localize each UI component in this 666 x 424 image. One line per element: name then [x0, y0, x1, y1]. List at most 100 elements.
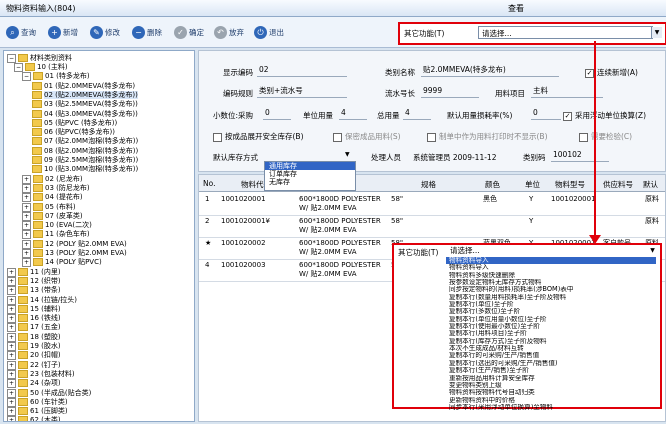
discard-button[interactable]: ↶ 放弃: [214, 23, 244, 41]
tree-node[interactable]: 05 (贴PVC (特多龙布)): [32, 118, 117, 128]
no-print-checkbox[interactable]: 制单中作为用料打印时不显示(B): [427, 131, 548, 142]
expand-icon[interactable]: −: [14, 63, 23, 72]
tree-node[interactable]: +20 (扣帽): [7, 351, 61, 361]
grid-cell-default[interactable]: 原料: [645, 195, 659, 204]
decimals-field[interactable]: 0: [263, 107, 291, 120]
grid-cell-unit[interactable]: Y: [529, 217, 533, 226]
expand-icon[interactable]: +: [22, 193, 31, 203]
unit-usage-field[interactable]: 4: [339, 107, 367, 120]
view-menu[interactable]: 查看: [508, 3, 524, 14]
grid-cell-name[interactable]: 600*1800D POLYESTER W/ 贴2.0MM EVA: [299, 195, 385, 213]
edit-button[interactable]: ✎ 修改: [90, 23, 120, 41]
delete-button[interactable]: − 删除: [132, 23, 162, 41]
grid-cell-name[interactable]: 600*1800D POLYESTER W/ 贴2.0MM EVA: [299, 261, 385, 279]
grid-cell-name[interactable]: 600*1800D POLYESTER W/ 贴2.0MM EVA: [299, 217, 385, 235]
grid-cell-color[interactable]: 黑色: [483, 195, 497, 204]
menu-item[interactable]: 复制本行(用料项目)至子阶: [446, 330, 656, 337]
grid-cell-no[interactable]: ★: [205, 239, 211, 248]
menu-item[interactable]: 复制本行(单位)至子阶: [446, 301, 656, 308]
tree-node[interactable]: +04 (提花布): [22, 193, 83, 203]
code-rule-field[interactable]: 类别+流水号: [257, 85, 347, 98]
menu-item[interactable]: 物料资料导入: [446, 264, 656, 271]
tree-root[interactable]: − 材料类别资料: [7, 54, 72, 63]
menu-item[interactable]: 复制本行(生产/销售)至子阶: [446, 367, 656, 374]
grid-cell-code[interactable]: 1001020002: [221, 239, 266, 248]
expand-icon[interactable]: +: [7, 342, 16, 351]
menu-item[interactable]: 复制本行(使用最小数位)至子阶: [446, 323, 656, 330]
tree-node[interactable]: +18 (塑胶): [7, 332, 61, 342]
default-loss-field[interactable]: 0: [531, 107, 561, 120]
serial-length-field[interactable]: 9999: [421, 85, 479, 98]
expand-icon[interactable]: +: [7, 388, 16, 398]
grid-cell-no[interactable]: 2: [205, 217, 209, 226]
menu-item[interactable]: 更新物料资料中的价格: [446, 397, 656, 404]
expand-icon[interactable]: +: [7, 267, 16, 277]
menu-item[interactable]: 复制本行(选出的可采购/生产/销售值): [446, 360, 656, 367]
expand-icon[interactable]: +: [7, 407, 16, 417]
other-function-select[interactable]: 请选择...: [446, 246, 655, 256]
tree-node[interactable]: +05 (布料): [22, 202, 76, 212]
tree-node[interactable]: +03 (防尼龙布): [22, 183, 90, 193]
tree-node[interactable]: +11 (内里): [7, 267, 61, 277]
exit-button[interactable]: ⏻ 退出: [254, 23, 284, 41]
grid-cell-size[interactable]: 58": [391, 195, 403, 204]
tree-node[interactable]: +12 (织带): [7, 276, 61, 286]
expand-icon[interactable]: +: [22, 183, 31, 193]
expand-icon[interactable]: +: [7, 295, 16, 305]
grid-cell-unit[interactable]: Y: [529, 195, 533, 204]
expand-icon[interactable]: +: [22, 221, 31, 231]
query-button[interactable]: ⌕ 查询: [6, 23, 36, 41]
expand-icon[interactable]: +: [7, 323, 16, 333]
grid-cell-model[interactable]: 1001020001: [551, 195, 596, 204]
tree-node[interactable]: +23 (包装材料): [7, 369, 75, 379]
grid-cell-no[interactable]: 4: [205, 261, 209, 270]
menu-item[interactable]: 复制本行的可采购/生产/销售值: [446, 352, 656, 359]
qc-checkbox[interactable]: 需要检验(C): [579, 131, 632, 142]
expand-icon[interactable]: +: [7, 397, 16, 407]
expand-icon[interactable]: +: [7, 416, 16, 421]
expand-icon[interactable]: +: [7, 379, 16, 389]
tree-node[interactable]: +16 (铁线): [7, 314, 61, 324]
grid-cell-code[interactable]: 1001020001¥: [221, 217, 270, 226]
expand-icon[interactable]: +: [22, 258, 31, 268]
tree-node[interactable]: 09 (贴2.5MM泡棉(特多龙布)): [32, 156, 138, 165]
menu-item[interactable]: 变更物料类别上级: [446, 382, 656, 389]
menu-item[interactable]: 物料资料按物料代号自动归类: [446, 389, 656, 396]
menu-item[interactable]: 复制本行(单位用量小数位)至子阶: [446, 316, 656, 323]
tree-node[interactable]: +62 (木类): [7, 416, 61, 421]
tree-node[interactable]: 02 (贴2.0MMEVA(特多龙布)): [32, 90, 138, 100]
tree-node[interactable]: +17 (五金): [7, 323, 61, 333]
expand-icon[interactable]: +: [7, 360, 16, 370]
total-usage-field[interactable]: 4: [403, 107, 431, 120]
tree-node[interactable]: +14 (POLY 贴PVC): [22, 258, 102, 268]
tree-node[interactable]: +15 (辅料): [7, 304, 61, 314]
grid-cell-name[interactable]: 600*1800D POLYESTER W/ 贴2.0MM EVA: [299, 239, 385, 257]
expand-icon[interactable]: +: [22, 174, 31, 184]
expand-icon[interactable]: +: [7, 332, 16, 342]
display-code-field[interactable]: 02: [257, 64, 347, 77]
expand-icon[interactable]: +: [7, 304, 16, 314]
tree-node[interactable]: +14 (拉链/拉头): [7, 295, 77, 305]
tree-node[interactable]: +02 (尼龙布): [22, 174, 83, 184]
expand-icon[interactable]: +: [7, 286, 16, 296]
expand-icon[interactable]: +: [22, 239, 31, 249]
menu-item[interactable]: 物料资料多级快速删除: [446, 272, 656, 279]
tree-node[interactable]: +50 (半成品(贴合类): [7, 388, 91, 398]
material-item-field[interactable]: 主料: [531, 85, 603, 98]
tree-node[interactable]: +11 (杂色车布): [22, 230, 90, 240]
tree-node[interactable]: +60 (车针类): [7, 397, 68, 407]
chevron-down-icon[interactable]: ▼: [648, 246, 657, 255]
chevron-down-icon[interactable]: ▼: [345, 151, 350, 158]
expand-icon[interactable]: +: [22, 211, 31, 221]
tree-node[interactable]: +13 (带条): [7, 286, 61, 296]
expand-icon[interactable]: +: [7, 314, 16, 324]
tree-node[interactable]: +10 (EVA(二次): [22, 221, 92, 231]
float-unit-checkbox[interactable]: ✓ 采用浮动单位换算(Z): [563, 110, 646, 121]
tree-node[interactable]: 03 (贴2.5MMEVA(特多龙布)): [32, 100, 138, 109]
tree-node[interactable]: +24 (杂项): [7, 379, 61, 389]
grid-cell-code[interactable]: 1001020001: [221, 195, 266, 204]
expand-icon[interactable]: +: [7, 351, 16, 361]
menu-item[interactable]: 按参数设定物料无库存方式物料: [446, 279, 656, 286]
continuous-add-checkbox[interactable]: ✓ 连续新增(A): [585, 67, 638, 78]
menu-item[interactable]: 物料资料导入: [446, 257, 656, 265]
